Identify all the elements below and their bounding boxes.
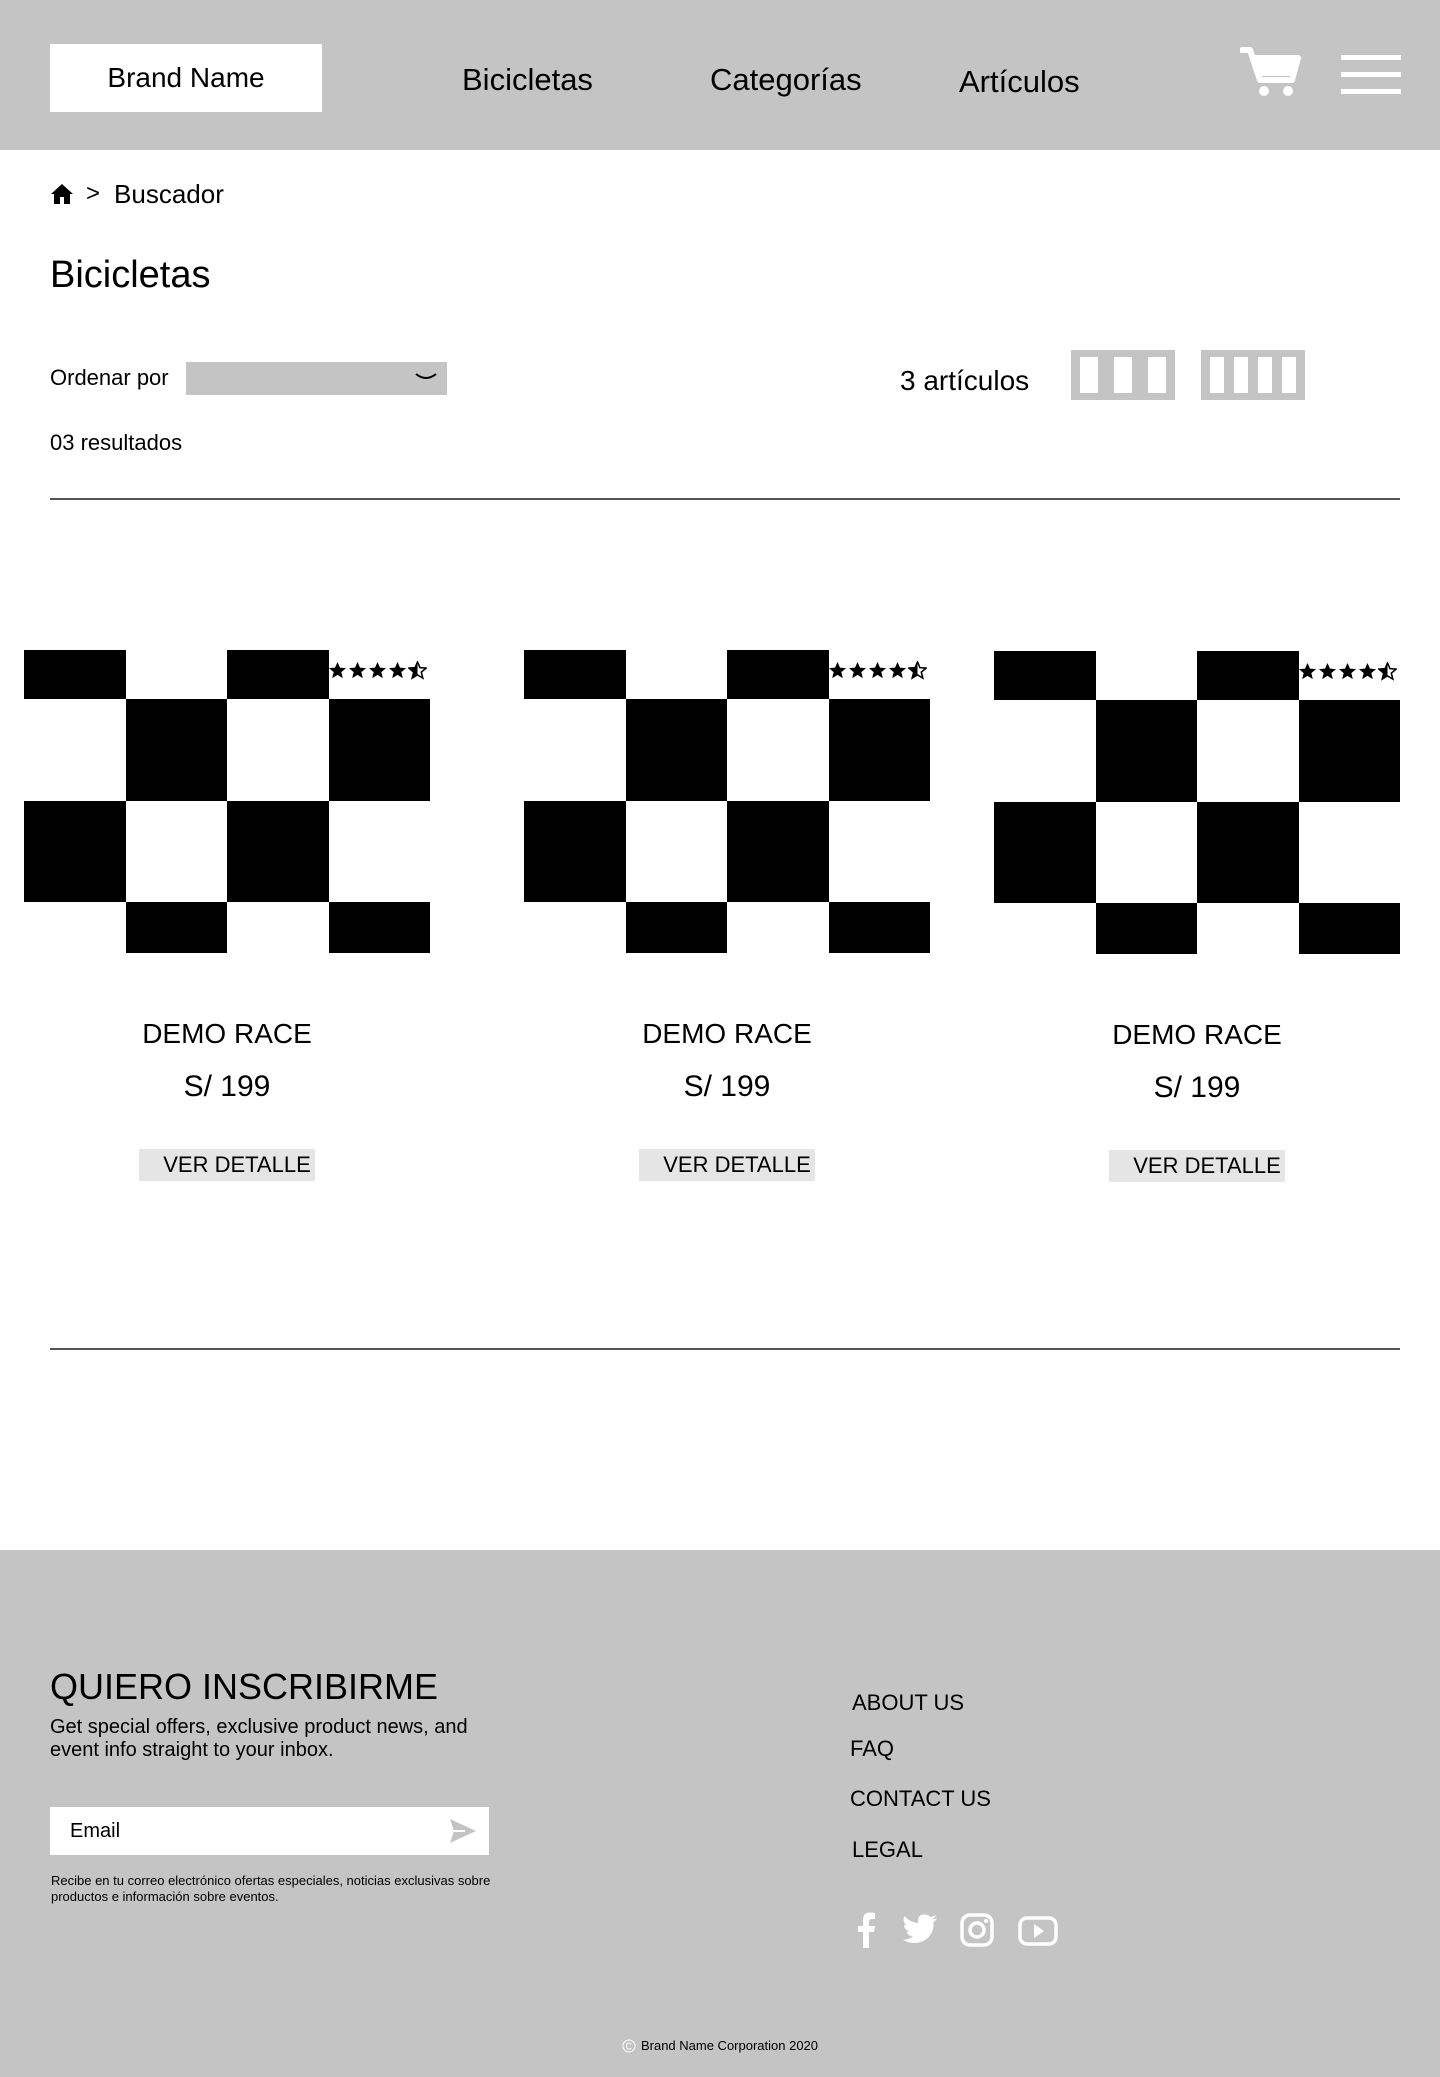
- star-icon: [888, 661, 907, 679]
- view-3-columns-button[interactable]: [1071, 350, 1175, 400]
- breadcrumb-current: Buscador: [114, 178, 224, 209]
- nav-articulos[interactable]: Artículos: [959, 62, 1080, 102]
- site-header: Brand Name Bicicletas Categorías Artícul…: [0, 0, 1440, 150]
- view-detail-button[interactable]: VER DETALLE: [639, 1149, 815, 1181]
- copyright-text: Brand Name Corporation 2020: [640, 2038, 819, 2053]
- newsletter-note: Recibe en tu correo electrónico ofertas …: [51, 1873, 491, 1904]
- product-image[interactable]: [994, 651, 1400, 954]
- column-bar-icon: [1080, 357, 1098, 393]
- star-icon: [1358, 662, 1377, 680]
- star-icon: [348, 661, 367, 679]
- items-per-row-label: 3 artículos: [900, 365, 1030, 396]
- footer-link-legal[interactable]: LEGAL: [852, 1837, 923, 1863]
- home-icon[interactable]: [50, 182, 74, 206]
- sort-select[interactable]: [186, 362, 447, 395]
- rating-stars: [328, 661, 427, 681]
- star-icon: [388, 661, 407, 679]
- star-icon: [868, 661, 887, 679]
- email-field[interactable]: [70, 1817, 430, 1845]
- product-price: S/ 199: [1153, 1071, 1241, 1104]
- star-half-icon: [908, 661, 927, 680]
- star-half-icon: [1378, 662, 1397, 681]
- facebook-icon[interactable]: [852, 1912, 880, 1948]
- divider: [50, 1348, 1400, 1350]
- column-bar-icon: [1258, 357, 1272, 393]
- star-half-icon: [408, 661, 427, 680]
- results-count: 03 resultados: [50, 430, 183, 455]
- star-icon: [368, 661, 387, 679]
- column-bar-icon: [1114, 357, 1132, 393]
- twitter-icon[interactable]: [902, 1912, 938, 1948]
- column-bar-icon: [1148, 357, 1166, 393]
- divider: [50, 498, 1400, 500]
- instagram-icon[interactable]: [959, 1912, 995, 1948]
- view-detail-button[interactable]: VER DETALLE: [1109, 1150, 1285, 1182]
- star-icon: [1338, 662, 1357, 680]
- column-bar-icon: [1282, 357, 1296, 393]
- product-card: DEMO RACE S/ 199 VER DETALLE: [994, 651, 1400, 1182]
- view-4-columns-button[interactable]: [1201, 350, 1305, 400]
- star-icon: [828, 661, 847, 679]
- product-price: S/ 199: [183, 1070, 271, 1103]
- view-detail-button[interactable]: VER DETALLE: [139, 1149, 315, 1181]
- product-card: DEMO RACE S/ 199 VER DETALLE: [24, 650, 430, 1181]
- cart-icon[interactable]: [1240, 46, 1302, 98]
- sort-label: Ordenar por: [50, 365, 169, 390]
- newsletter-title: QUIERO INSCRIBIRME: [50, 1666, 439, 1707]
- star-icon: [1298, 662, 1317, 680]
- youtube-icon[interactable]: [1018, 1912, 1058, 1948]
- breadcrumb-separator: >: [86, 180, 101, 207]
- product-image[interactable]: [524, 650, 930, 953]
- copyright: Brand Name Corporation 2020: [0, 2038, 1440, 2053]
- hamburger-menu-icon[interactable]: [1341, 55, 1401, 95]
- column-bar-icon: [1234, 357, 1248, 393]
- product-image[interactable]: [24, 650, 430, 953]
- footer-link-faq[interactable]: FAQ: [850, 1736, 894, 1762]
- footer-link-contact[interactable]: CONTACT US: [850, 1786, 991, 1812]
- rating-stars: [1298, 662, 1397, 682]
- column-bar-icon: [1210, 357, 1224, 393]
- nav-categorias[interactable]: Categorías: [710, 60, 862, 100]
- email-form: [50, 1807, 489, 1855]
- footer-link-about[interactable]: ABOUT US: [852, 1690, 964, 1716]
- send-icon[interactable]: [449, 1817, 477, 1845]
- star-icon: [1318, 662, 1337, 680]
- product-name: DEMO RACE: [1112, 1019, 1282, 1050]
- product-price: S/ 199: [683, 1070, 771, 1103]
- rating-stars: [828, 661, 927, 681]
- product-card: DEMO RACE S/ 199 VER DETALLE: [524, 650, 930, 1181]
- site-footer: QUIERO INSCRIBIRME Get special offers, e…: [0, 1550, 1440, 2077]
- product-name: DEMO RACE: [642, 1018, 812, 1049]
- brand-logo[interactable]: Brand Name: [50, 44, 322, 112]
- product-name: DEMO RACE: [142, 1018, 312, 1049]
- newsletter-description: Get special offers, exclusive product ne…: [50, 1716, 468, 1761]
- page-title: Bicicletas: [50, 254, 211, 296]
- breadcrumb: > Buscador: [50, 176, 224, 212]
- nav-bicicletas[interactable]: Bicicletas: [462, 60, 593, 100]
- star-icon: [848, 661, 867, 679]
- copyright-icon: [622, 2039, 636, 2052]
- star-icon: [328, 661, 347, 679]
- chevron-down-icon: [415, 373, 437, 379]
